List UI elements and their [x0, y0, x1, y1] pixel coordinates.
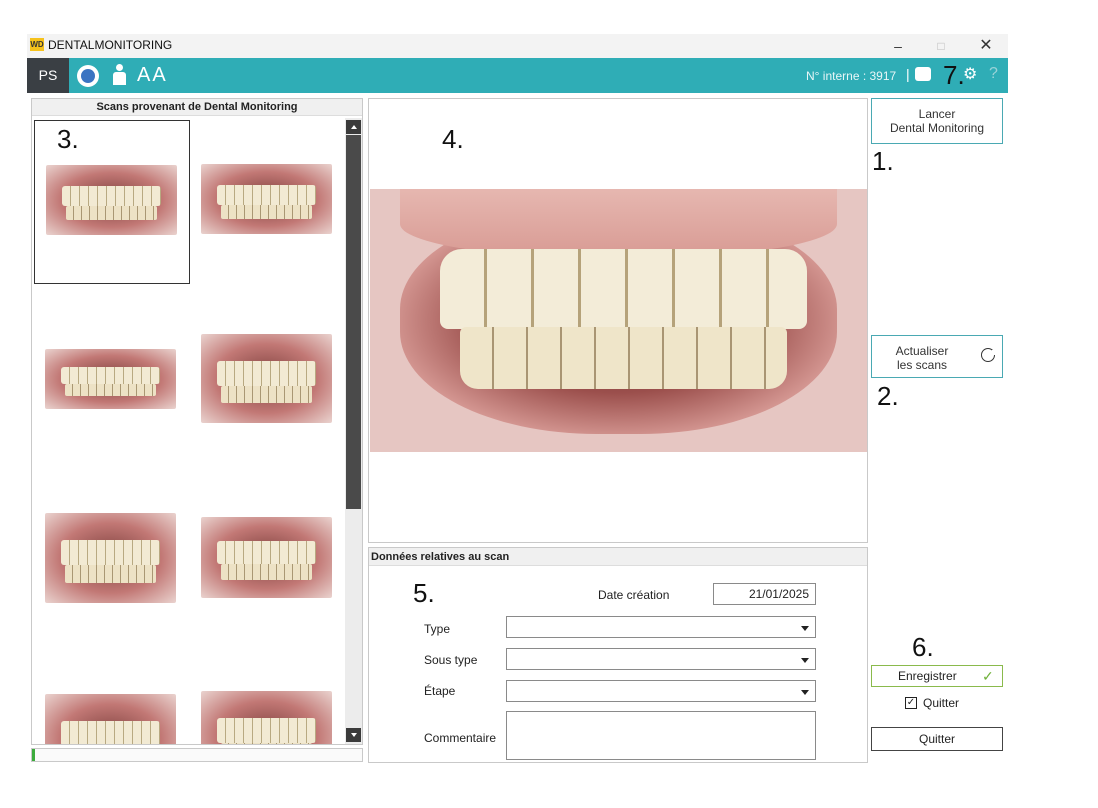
- launch-label-line2: Dental Monitoring: [889, 121, 985, 135]
- chevron-down-icon: [801, 626, 809, 631]
- loading-progress-fill: [32, 749, 35, 761]
- scan-image: [201, 334, 332, 423]
- chevron-down-icon: [801, 658, 809, 663]
- scan-thumbnail[interactable]: [190, 477, 344, 639]
- scroll-up-button[interactable]: [346, 120, 361, 134]
- scan-thumbnail[interactable]: [34, 299, 188, 461]
- annotation-3: 3.: [57, 124, 79, 154]
- scan-thumbnail-list: [32, 117, 344, 744]
- scroll-thumb[interactable]: [346, 135, 361, 509]
- window-titlebar: [27, 34, 1008, 58]
- scan-thumbnail[interactable]: [190, 299, 344, 461]
- scan-image: [201, 517, 332, 598]
- scan-image: [45, 513, 176, 603]
- scan-image: [201, 691, 332, 744]
- scan-image: [46, 165, 177, 235]
- subtype-label: Sous type: [424, 653, 478, 667]
- quit-checkbox-label: Quitter: [923, 696, 960, 710]
- scan-thumbnail[interactable]: [190, 120, 344, 282]
- quit-after-save-checkbox[interactable]: ✓: [905, 697, 917, 709]
- chevron-down-icon: [801, 690, 809, 695]
- dental-monitoring-icon[interactable]: [77, 65, 99, 87]
- checkmark-icon: ✓: [982, 668, 994, 684]
- launch-dental-monitoring-button[interactable]: Lancer Dental Monitoring: [871, 98, 1003, 144]
- refresh-icon: [981, 348, 997, 362]
- scroll-down-button[interactable]: [346, 728, 361, 742]
- annotation-6: 6.: [912, 632, 934, 662]
- scans-panel-header: Scans provenant de Dental Monitoring: [32, 99, 362, 116]
- help-icon[interactable]: ?: [989, 64, 998, 84]
- loading-progress-bar: [31, 748, 363, 762]
- minimize-button[interactable]: –: [878, 34, 918, 58]
- step-select[interactable]: [506, 680, 816, 702]
- message-icon[interactable]: [915, 67, 931, 81]
- window-title: DENTALMONITORING: [48, 38, 173, 52]
- toolbar-separator: |: [906, 66, 910, 82]
- annotation-7: 7.: [943, 60, 965, 90]
- save-label: Enregistrer: [898, 669, 957, 683]
- maximize-button[interactable]: □: [921, 34, 961, 58]
- annotation-1: 1.: [872, 146, 894, 176]
- ps-button[interactable]: PS: [27, 58, 69, 93]
- scan-image: [45, 694, 176, 744]
- comment-label: Commentaire: [424, 731, 497, 745]
- date-field[interactable]: 21/01/2025: [713, 583, 816, 605]
- annotation-4: 4.: [442, 124, 464, 154]
- scan-image: [45, 349, 176, 409]
- app-logo: WD: [30, 38, 44, 51]
- internal-number: N° interne : 3917: [806, 69, 897, 83]
- scan-thumbnail[interactable]: [34, 657, 188, 744]
- close-button[interactable]: ✕: [966, 34, 1006, 58]
- scan-thumbnail[interactable]: [34, 477, 188, 639]
- font-size-button[interactable]: AA: [137, 63, 168, 87]
- refresh-label-line2: les scans: [896, 358, 948, 372]
- date-label: Date création: [598, 588, 670, 602]
- subtype-select[interactable]: [506, 648, 816, 670]
- scan-preview-image: [370, 189, 867, 452]
- patient-icon[interactable]: [112, 64, 126, 86]
- launch-label-line1: Lancer: [918, 107, 956, 121]
- annotation-5: 5.: [413, 578, 435, 608]
- type-select[interactable]: [506, 616, 816, 638]
- settings-gear-icon[interactable]: ⚙: [963, 66, 977, 84]
- scan-thumbnail[interactable]: [190, 657, 344, 744]
- scan-image: [201, 164, 332, 234]
- annotation-2: 2.: [877, 381, 899, 411]
- type-label: Type: [424, 622, 451, 636]
- scan-data-header: Données relatives au scan: [369, 548, 867, 566]
- quit-button[interactable]: Quitter: [871, 727, 1003, 751]
- date-value: 21/01/2025: [748, 587, 809, 601]
- step-label: Étape: [424, 684, 456, 698]
- comment-textarea[interactable]: [506, 711, 816, 760]
- refresh-label-line1: Actualiser: [895, 344, 949, 358]
